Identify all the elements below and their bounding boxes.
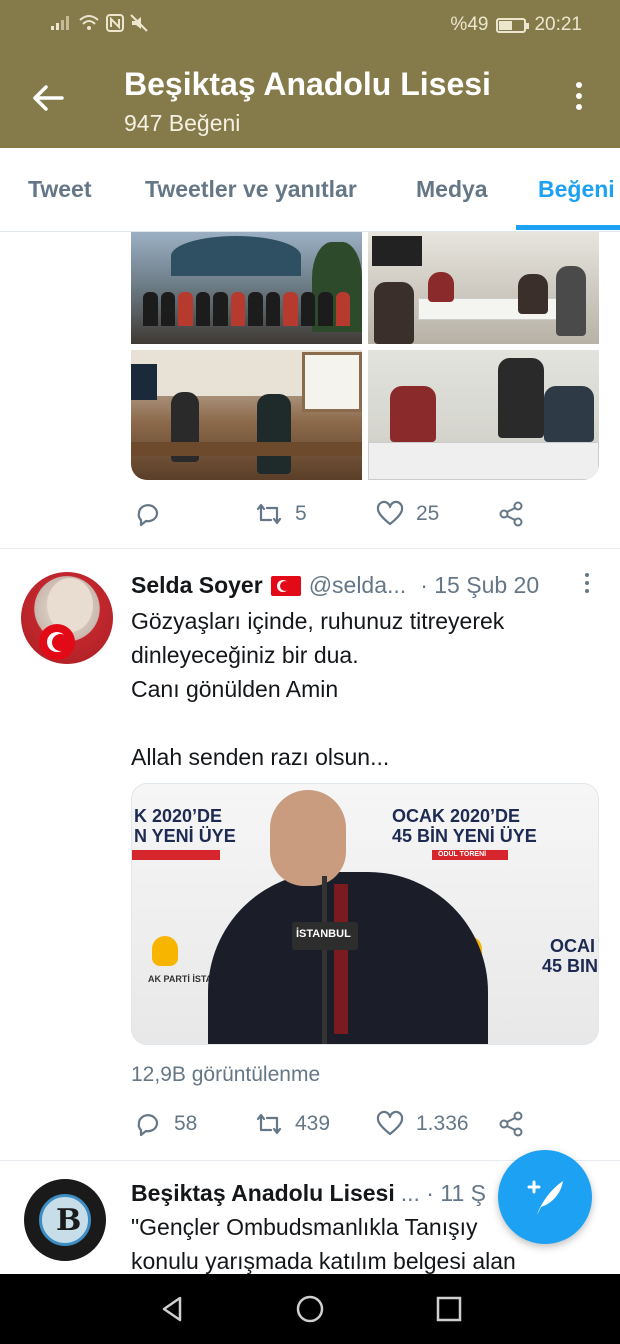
tweet-text-line: dinleyeceğiniz bir dua. (131, 642, 359, 668)
author-handle: @selda... (308, 572, 407, 598)
like-count: 25 (416, 502, 440, 525)
nav-recents-button[interactable] (434, 1294, 464, 1324)
school-logo-icon (39, 1194, 91, 1246)
tweet-text: Gözyaşları içinde, ruhunuz titreyerek di… (131, 604, 601, 774)
compose-feather-icon (527, 1180, 563, 1215)
nav-recents-icon (436, 1296, 462, 1322)
retweet-count: 5 (295, 502, 307, 525)
retweet-button[interactable]: 5 (255, 500, 307, 528)
clock: 20:21 (534, 14, 582, 35)
status-icons-left (50, 14, 148, 32)
tab-tweet[interactable]: Tweet (28, 176, 91, 203)
tweet-text-line (131, 706, 601, 740)
retweet-button[interactable]: 439 (255, 1110, 330, 1138)
tweet-photo-1[interactable] (131, 232, 362, 344)
tweet-text-line: Gözyaşları içinde, ruhunuz titreyerek (131, 608, 505, 634)
avatar[interactable] (21, 572, 113, 664)
heart-icon (376, 1110, 404, 1136)
reply-button[interactable]: 58 (134, 1110, 197, 1138)
banner-text: K 2020’DE (134, 806, 223, 826)
status-bar: %49 20:21 (0, 0, 620, 52)
mute-icon (130, 14, 148, 32)
tweet-date: · 15 Şub 20 (420, 572, 540, 598)
retweet-icon (256, 1113, 282, 1135)
tweet-image-grid[interactable] (131, 232, 599, 480)
retweet-icon (256, 503, 282, 525)
like-count: 1.336 (416, 1112, 469, 1135)
tweet-author-line: Selda Soyer @selda... · 15 Şub 20 (131, 572, 601, 599)
tab-tweets-and-replies[interactable]: Tweetler ve yanıtlar (145, 176, 357, 203)
android-nav-bar (0, 1274, 620, 1344)
profile-tabs: Tweet Tweetler ve yanıtlar Medya Beğeni (0, 148, 620, 232)
reply-count: 58 (174, 1112, 198, 1135)
author-name[interactable]: Selda Soyer (131, 572, 263, 599)
share-icon (499, 501, 523, 527)
nav-back-icon (162, 1296, 182, 1322)
nav-home-icon (296, 1295, 324, 1323)
tweet-photo-3[interactable] (131, 350, 362, 480)
status-icons-right: %49 20:21 (450, 14, 582, 36)
battery-fill (499, 20, 513, 30)
more-vertical-icon[interactable] (583, 573, 591, 599)
more-vertical-icon[interactable] (572, 82, 586, 118)
banner-text: 45 BIN (542, 956, 599, 976)
compose-tweet-button[interactable] (498, 1150, 592, 1244)
arrow-left-icon (33, 85, 64, 111)
tab-media[interactable]: Medya (416, 176, 488, 203)
share-button[interactable] (497, 1110, 525, 1138)
nav-back-button[interactable] (158, 1294, 188, 1324)
back-button[interactable] (30, 80, 70, 120)
profile-header: Beşiktaş Anadolu Lisesi 947 Beğeni (0, 52, 620, 148)
heart-icon (376, 500, 404, 526)
author-name[interactable]: Beşiktaş Anadolu Lisesi (131, 1180, 395, 1207)
banner-text: OCAK 2020’DE (392, 806, 521, 826)
tweet-photo-2[interactable] (368, 232, 599, 344)
podium-text: İSTANBUL (296, 928, 351, 940)
tweet-author-line: Beşiktaş Anadolu Lisesi ... · 11 Ş (131, 1180, 511, 1207)
party-bulb-icon (152, 936, 178, 966)
speaker-head (270, 790, 346, 886)
nav-home-button[interactable] (295, 1294, 325, 1324)
banner-text: OCAI (550, 936, 595, 956)
microphone (322, 876, 327, 1044)
tweet-video[interactable]: K 2020’DE N YENİ ÜYE OCAK 2020’DE 45 BİN… (131, 783, 599, 1045)
share-button[interactable] (497, 500, 525, 528)
signal-icon (51, 16, 69, 30)
tweet-date: ... · 11 Ş (400, 1180, 486, 1206)
tweet-divider (0, 548, 620, 549)
like-button[interactable]: 25 (376, 500, 439, 528)
reply-button[interactable] (134, 500, 174, 528)
speaker (208, 872, 488, 1044)
tweet-text-line: Allah senden razı olsun... (131, 744, 390, 770)
nfc-icon (106, 14, 124, 32)
battery-percent: %49 (450, 14, 489, 35)
flag-badge (39, 624, 75, 660)
wifi-icon (79, 15, 99, 30)
reply-icon (137, 1114, 159, 1137)
likes-count: 947 Beğeni (124, 110, 241, 136)
banner-text: 45 BİN YENİ ÜYE (392, 826, 537, 846)
tweet-text-line: konulu yarışmada katılım belgesi alan (131, 1248, 516, 1274)
tweet-text-line: Canı gönülden Amin (131, 676, 339, 702)
speaker-tie (334, 884, 348, 1034)
page-title: Beşiktaş Anadolu Lisesi (124, 66, 491, 102)
battery-icon (496, 17, 530, 33)
retweet-count: 439 (295, 1112, 331, 1135)
reply-icon (137, 504, 159, 527)
view-count: 12,9B görüntülenme (131, 1063, 321, 1086)
banner-small-text: ÖDÜL TÖRENİ (438, 851, 487, 858)
active-tab-indicator (516, 225, 620, 230)
banner-bar (132, 850, 220, 860)
turkey-flag-icon (270, 575, 301, 596)
share-icon (499, 1111, 523, 1137)
avatar[interactable] (24, 1179, 106, 1261)
tweet-photo-4[interactable] (368, 350, 599, 480)
banner-text: N YENİ ÜYE (134, 826, 236, 846)
tab-likes[interactable]: Beğeni (538, 176, 615, 203)
like-button[interactable]: 1.336 (376, 1110, 469, 1138)
